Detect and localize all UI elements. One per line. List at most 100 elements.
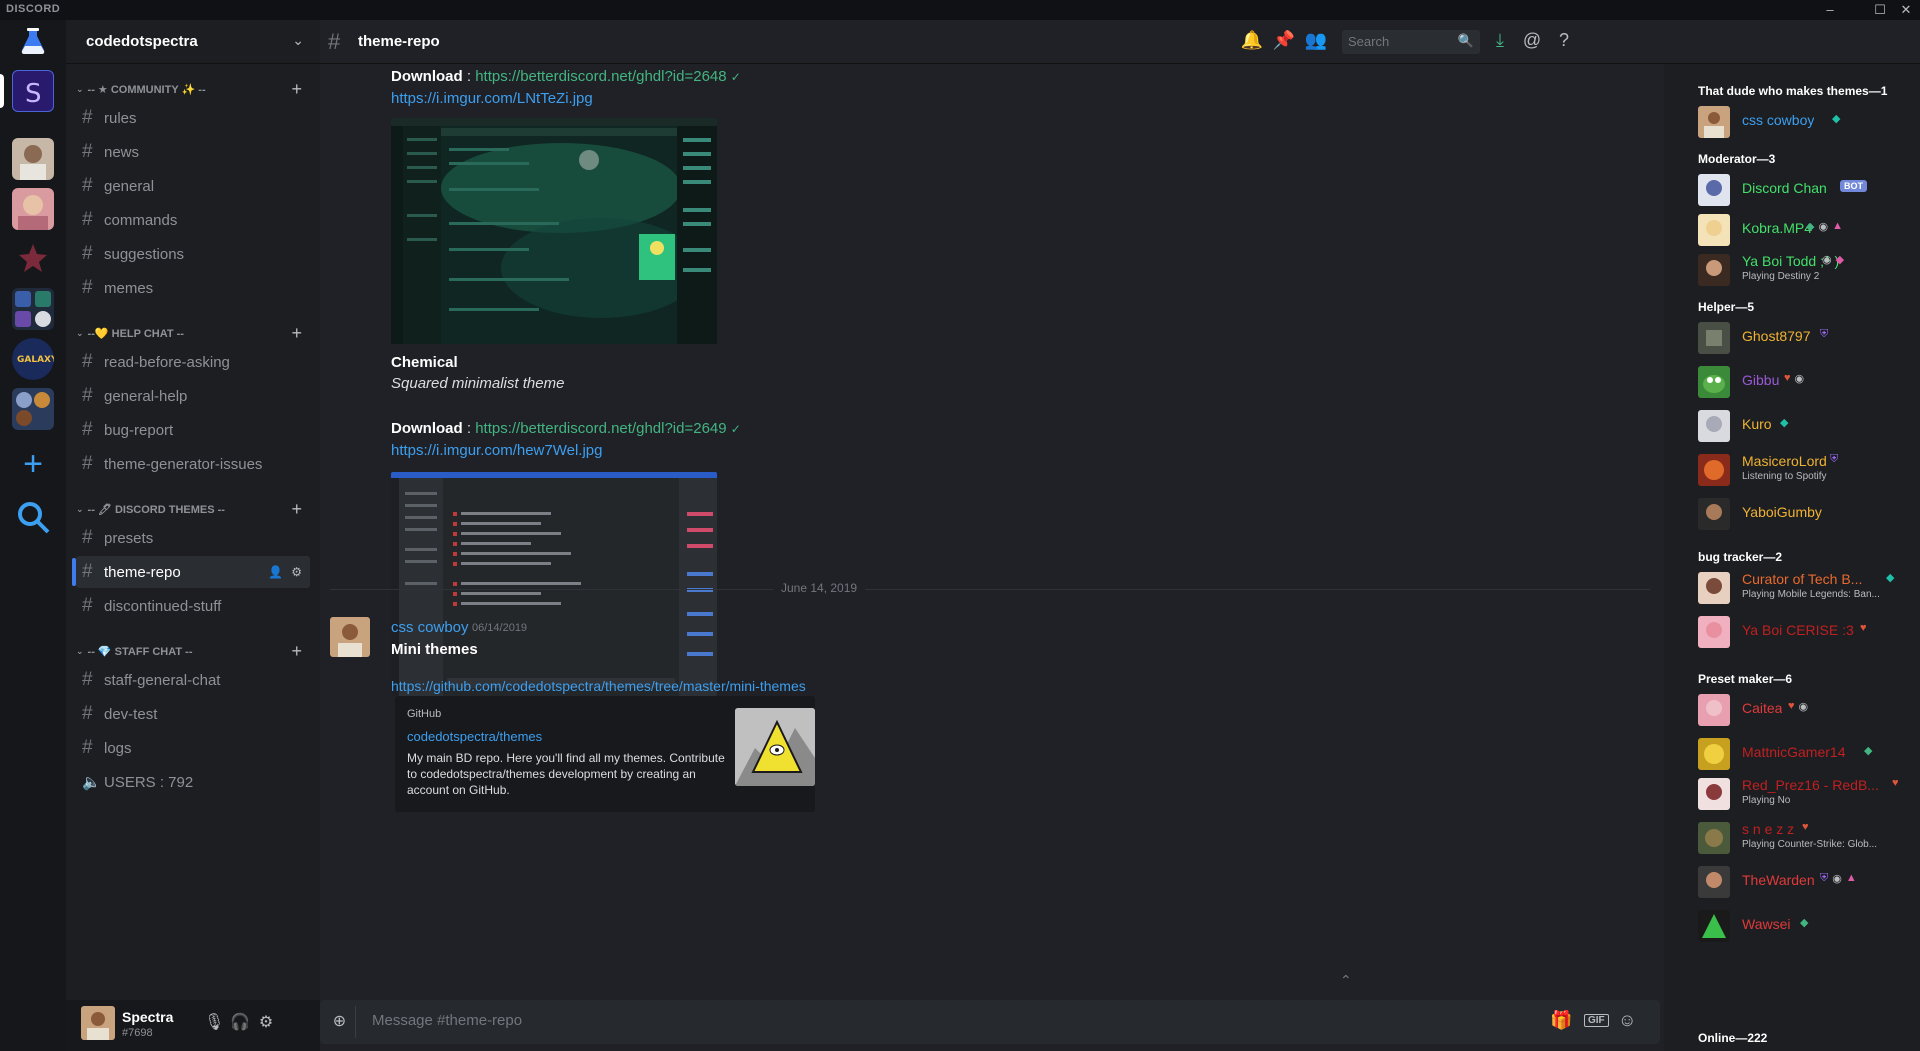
title-bar: DISCORD – ☐ ✕ [0, 0, 1920, 20]
message-input[interactable] [372, 1012, 1372, 1029]
channel-general-help[interactable]: # general-help [76, 380, 310, 412]
image-link-1[interactable]: https://i.imgur.com/LNtTeZi.jpg [391, 90, 593, 107]
members-icon[interactable]: 👥 [1304, 30, 1328, 54]
member-item[interactable]: Red_Prez16 - RedB... Playing No ♥ [1698, 776, 1912, 812]
channel-read-before-asking[interactable]: # read-before-asking [76, 346, 310, 378]
member-item[interactable]: Ya Boi Todd ;^ ) Playing Destiny 2 ◉ ◆ [1698, 252, 1912, 288]
download-link-1[interactable]: https://betterdiscord.net/ghdl?id=2648 [475, 68, 726, 85]
category-label: -- 🖊 DISCORD THEMES -- [87, 503, 225, 516]
category-discord-themes[interactable]: ⌄ -- 🖊 DISCORD THEMES -- [76, 500, 225, 518]
member-item[interactable]: Ya Boi CERISE :3 ♥ [1698, 614, 1912, 650]
channel-staff-general-chat[interactable]: # staff-general-chat [76, 664, 310, 696]
member-item[interactable]: Caitea ♥ ◉ [1698, 692, 1912, 728]
server-avatar-4-icon[interactable] [12, 238, 54, 280]
member-item[interactable]: Kobra.MP4 ◆ ◉ ▲ [1698, 212, 1912, 248]
server-avatar-2-icon[interactable] [12, 138, 54, 180]
member-item[interactable]: css cowboy ◆ [1698, 104, 1912, 140]
bell-icon[interactable]: 🔔 [1240, 30, 1264, 54]
invite-icon[interactable]: 👤 [268, 565, 283, 579]
author-name[interactable]: css cowboy [391, 619, 469, 636]
member-item[interactable]: Gibbu ♥ ◉ [1698, 364, 1912, 400]
avatar[interactable] [81, 1006, 115, 1040]
category-community[interactable]: ⌄ -- ★ COMMUNITY ✨ -- [76, 80, 206, 98]
microphone-icon[interactable]: 🎙 [204, 1012, 224, 1032]
embed-description: My main BD repo. Here you'll find all my… [407, 751, 725, 797]
server-codedotspectra-icon[interactable]: S [12, 70, 54, 112]
server-avatar-3-icon[interactable] [12, 188, 54, 230]
gear-icon[interactable]: ⚙ [291, 565, 302, 579]
pin-icon[interactable]: 📌 [1272, 30, 1296, 54]
category-staff-chat[interactable]: ⌄ -- 💎 STAFF CHAT -- [76, 642, 192, 660]
channel-theme-repo[interactable]: # theme-repo 👤 ⚙ [72, 556, 310, 588]
member-item[interactable]: Kuro ◆ [1698, 408, 1912, 444]
help-icon[interactable]: ? [1552, 30, 1576, 54]
category-help-chat[interactable]: ⌄ --💛 HELP CHAT -- [76, 324, 184, 342]
channel-bug-report[interactable]: # bug-report [76, 414, 310, 446]
member-item[interactable]: s n e z z Playing Counter-Strike: Glob..… [1698, 820, 1912, 856]
member-list: That dude who makes themes—1 css cowboy … [1664, 64, 1920, 1051]
mention-icon[interactable]: @ [1520, 30, 1544, 54]
download-link-2[interactable]: https://betterdiscord.net/ghdl?id=2649 [475, 420, 726, 437]
caret-icon: ⌄ [76, 503, 84, 514]
add-channel-icon[interactable]: + [291, 324, 302, 342]
minimize-icon[interactable]: – [1818, 0, 1842, 20]
search-input[interactable] [1348, 34, 1458, 49]
theme-screenshot-1[interactable] [391, 118, 717, 344]
voice-channel-users[interactable]: 🔈 USERS : 792 [76, 766, 310, 798]
role-badges-icon: ◉ ◆ [1822, 254, 1845, 266]
author-avatar[interactable] [330, 617, 370, 657]
search-box[interactable]: 🔍 [1342, 30, 1480, 54]
download-icon[interactable]: ⤓ [1488, 30, 1512, 54]
embed-title[interactable]: codedotspectra/themes [407, 729, 542, 744]
member-item[interactable]: MasiceroLord Listening to Spotify ⛨ [1698, 452, 1912, 488]
embed-thumbnail[interactable] [735, 708, 815, 786]
caret-icon: ⌄ [76, 327, 84, 338]
explore-search-icon[interactable] [12, 496, 54, 538]
channel-header: # theme-repo 🔔 📌 👥 🔍 ⤓ @ ? [320, 20, 1920, 64]
channel-rules[interactable]: # rules [76, 102, 310, 134]
close-icon[interactable]: ✕ [1894, 0, 1918, 20]
channel-news[interactable]: # news [76, 136, 310, 168]
settings-gear-icon[interactable]: ⚙ [256, 1012, 276, 1032]
gif-icon[interactable]: GIF [1584, 1014, 1609, 1027]
image-link-2[interactable]: https://i.imgur.com/hew7Wel.jpg [391, 442, 602, 459]
channel-logs[interactable]: # logs [76, 732, 310, 764]
gift-icon[interactable]: 🎁 [1550, 1010, 1572, 1031]
discord-home-icon[interactable] [12, 20, 54, 62]
caret-icon: ⌄ [76, 83, 84, 94]
server-galaxy-icon[interactable]: GALAXY [12, 338, 54, 380]
channel-commands[interactable]: # commands [76, 204, 310, 236]
channel-general[interactable]: # general [76, 170, 310, 202]
channel-memes[interactable]: # memes [76, 272, 310, 304]
hash-icon: # [82, 703, 93, 724]
member-item[interactable]: Discord Chan BOT [1698, 172, 1912, 208]
emoji-icon[interactable]: ☺ [1618, 1010, 1636, 1031]
member-item[interactable]: Curator of Tech B... Playing Mobile Lege… [1698, 570, 1912, 606]
add-server-icon[interactable]: + [12, 444, 54, 486]
chevron-down-icon[interactable]: ⌄ [292, 32, 304, 49]
member-item[interactable]: YaboiGumby [1698, 496, 1912, 532]
scroll-to-top-icon[interactable]: ⌃ [1340, 972, 1352, 989]
member-item[interactable]: MattnicGamer14 ◆ [1698, 736, 1912, 772]
post-link[interactable]: https://github.com/codedotspectra/themes… [391, 678, 806, 694]
member-item[interactable]: Wawsei ◆ [1698, 908, 1912, 944]
theme-screenshot-2[interactable] [391, 472, 717, 696]
upload-icon[interactable]: ⊕ [324, 1006, 356, 1038]
server-folder-icon[interactable] [12, 288, 54, 330]
add-channel-icon[interactable]: + [291, 80, 302, 98]
maximize-icon[interactable]: ☐ [1868, 0, 1892, 20]
hash-icon: # [328, 29, 341, 54]
member-item[interactable]: Ghost8797 ⛨ [1698, 320, 1912, 356]
server-header[interactable]: codedotspectra ⌄ [66, 20, 320, 64]
member-item[interactable]: TheWarden ⛨ ◉ ▲ [1698, 864, 1912, 900]
channel-dev-test[interactable]: # dev-test [76, 698, 310, 730]
channel-discontinued-stuff[interactable]: # discontinued-stuff [76, 590, 310, 622]
channel-label: rules [104, 109, 137, 127]
channel-presets[interactable]: # presets [76, 522, 310, 554]
add-channel-icon[interactable]: + [291, 642, 302, 660]
server-folder-2-icon[interactable] [12, 388, 54, 430]
channel-suggestions[interactable]: # suggestions [76, 238, 310, 270]
channel-theme-generator-issues[interactable]: # theme-generator-issues [76, 448, 310, 480]
add-channel-icon[interactable]: + [291, 500, 302, 518]
headphones-icon[interactable]: 🎧 [230, 1012, 250, 1032]
